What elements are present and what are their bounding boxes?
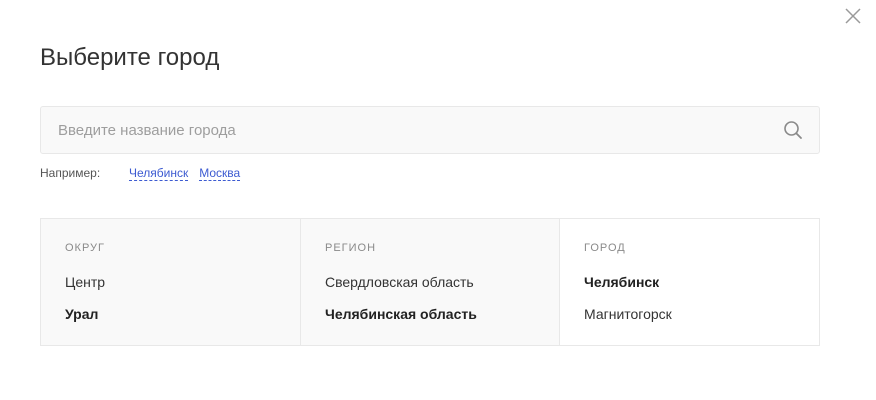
city-column: Город Челябинск Магнитогорск [560, 219, 819, 345]
city-item-magnitogorsk[interactable]: Магнитогорск [584, 306, 672, 338]
search-examples: Например: Челябинск Москва [40, 166, 251, 181]
close-button[interactable] [842, 5, 864, 27]
district-column-header: Округ [65, 242, 106, 254]
district-list: Центр Урал [65, 274, 105, 338]
city-search-box [40, 106, 820, 154]
location-selector: Округ Центр Урал Регион Свердловская обл… [40, 218, 820, 346]
region-column: Регион Свердловская область Челябинская … [301, 219, 560, 345]
example-link-moscow[interactable]: Москва [199, 166, 241, 181]
city-select-modal: Выберите город Например: Челябинск Москв… [0, 0, 876, 400]
region-item-chelyabinsk[interactable]: Челябинская область [325, 306, 477, 338]
district-column: Округ Центр Урал [41, 219, 301, 345]
city-column-header: Город [584, 242, 626, 254]
district-item-ural[interactable]: Урал [65, 306, 105, 338]
modal-title: Выберите город [40, 44, 220, 71]
search-icon[interactable] [783, 120, 803, 140]
examples-label: Например: [40, 166, 101, 180]
region-column-header: Регион [325, 242, 377, 254]
close-icon [845, 8, 861, 24]
example-link-chelyabinsk[interactable]: Челябинск [129, 166, 189, 181]
region-item-sverdlovsk[interactable]: Свердловская область [325, 274, 477, 306]
city-item-chelyabinsk[interactable]: Челябинск [584, 274, 672, 306]
city-list: Челябинск Магнитогорск [584, 274, 672, 338]
region-list: Свердловская область Челябинская область [325, 274, 477, 338]
district-item-center[interactable]: Центр [65, 274, 105, 306]
city-search-input[interactable] [41, 107, 771, 153]
